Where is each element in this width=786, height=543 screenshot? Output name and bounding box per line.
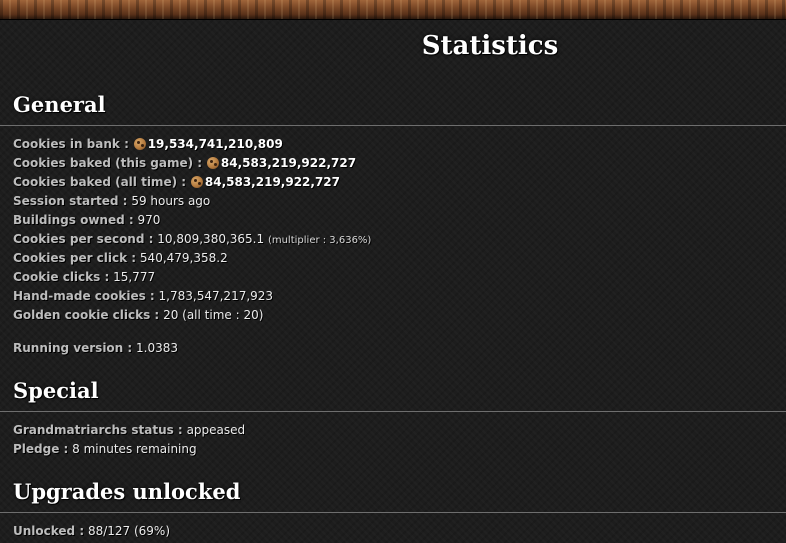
stat-cookies-baked-all-time: Cookies baked (all time) : 84,583,219,92… [13, 174, 340, 190]
stat-running-version: Running version : 1.0383 [13, 340, 178, 356]
stat-label: Cookies in bank : [13, 137, 129, 151]
stat-label: Unlocked : [13, 524, 85, 538]
section-heading-upgrades: Upgrades unlocked [13, 479, 241, 504]
stat-label: Buildings owned : [13, 213, 134, 227]
cookie-icon [206, 157, 219, 169]
stat-value: 1.0383 [136, 341, 179, 355]
stat-pledge: Pledge : 8 minutes remaining [13, 441, 197, 457]
stat-value: 59 hours ago [131, 194, 211, 208]
section-divider-general [0, 125, 786, 126]
stat-golden-cookie-clicks: Golden cookie clicks : 20 (all time : 20… [13, 307, 263, 323]
stat-value: appeased [186, 423, 246, 437]
stat-label: Cookies baked (all time) : [13, 175, 187, 189]
wooden-top-border [0, 0, 786, 20]
stat-label: Cookies baked (this game) : [13, 156, 203, 170]
stat-value: 84,583,219,922,727 [220, 156, 357, 170]
stat-cookies-in-bank: Cookies in bank : 19,534,741,210,809 [13, 136, 283, 152]
section-heading-special: Special [13, 378, 99, 403]
stat-value: 15,777 [113, 270, 156, 284]
stat-label: Golden cookie clicks : [13, 308, 160, 322]
cookie-icon [133, 138, 146, 150]
stat-label: Hand-made cookies : [13, 289, 155, 303]
stat-label: Pledge : [13, 442, 69, 456]
stat-value: 1,783,547,217,923 [158, 289, 274, 303]
stat-value: 84,583,219,922,727 [204, 175, 341, 189]
section-divider-special [0, 411, 786, 412]
stat-session-started: Session started : 59 hours ago [13, 193, 210, 209]
stat-upgrades-unlocked: Unlocked : 88/127 (69%) [13, 523, 170, 539]
stat-label: Cookies per click : [13, 251, 137, 265]
stat-label: Running version : [13, 341, 133, 355]
cookie-icon [190, 176, 203, 188]
stat-buildings-owned: Buildings owned : 970 [13, 212, 160, 228]
stat-value: 8 minutes remaining [72, 442, 197, 456]
stat-cookies-per-second: Cookies per second : 10,809,380,365.1 (m… [13, 231, 371, 249]
stat-label: Grandmatriarchs status : [13, 423, 183, 437]
stat-cookie-clicks: Cookie clicks : 15,777 [13, 269, 155, 285]
stat-label: Cookies per second : [13, 232, 154, 246]
stat-value: 19,534,741,210,809 [147, 137, 283, 151]
stat-value: 10,809,380,365.1 [157, 232, 265, 246]
stat-cookies-baked-this-game: Cookies baked (this game) : 84,583,219,9… [13, 155, 356, 171]
stat-label: Session started : [13, 194, 128, 208]
stat-label: Cookie clicks : [13, 270, 110, 284]
section-divider-upgrades [0, 512, 786, 513]
section-heading-general: General [13, 92, 106, 117]
stat-multiplier: (multiplier : 3,636%) [267, 235, 372, 246]
stat-grandmatriarchs-status: Grandmatriarchs status : appeased [13, 422, 245, 438]
stat-hand-made-cookies: Hand-made cookies : 1,783,547,217,923 [13, 288, 273, 304]
stat-value: 20 (all time : 20) [163, 308, 264, 322]
stat-value: 88/127 (69%) [87, 524, 171, 538]
stat-cookies-per-click: Cookies per click : 540,479,358.2 [13, 250, 228, 266]
stat-value: 970 [137, 213, 161, 227]
stat-value: 540,479,358.2 [139, 251, 228, 265]
page-title: Statistics [421, 31, 559, 61]
